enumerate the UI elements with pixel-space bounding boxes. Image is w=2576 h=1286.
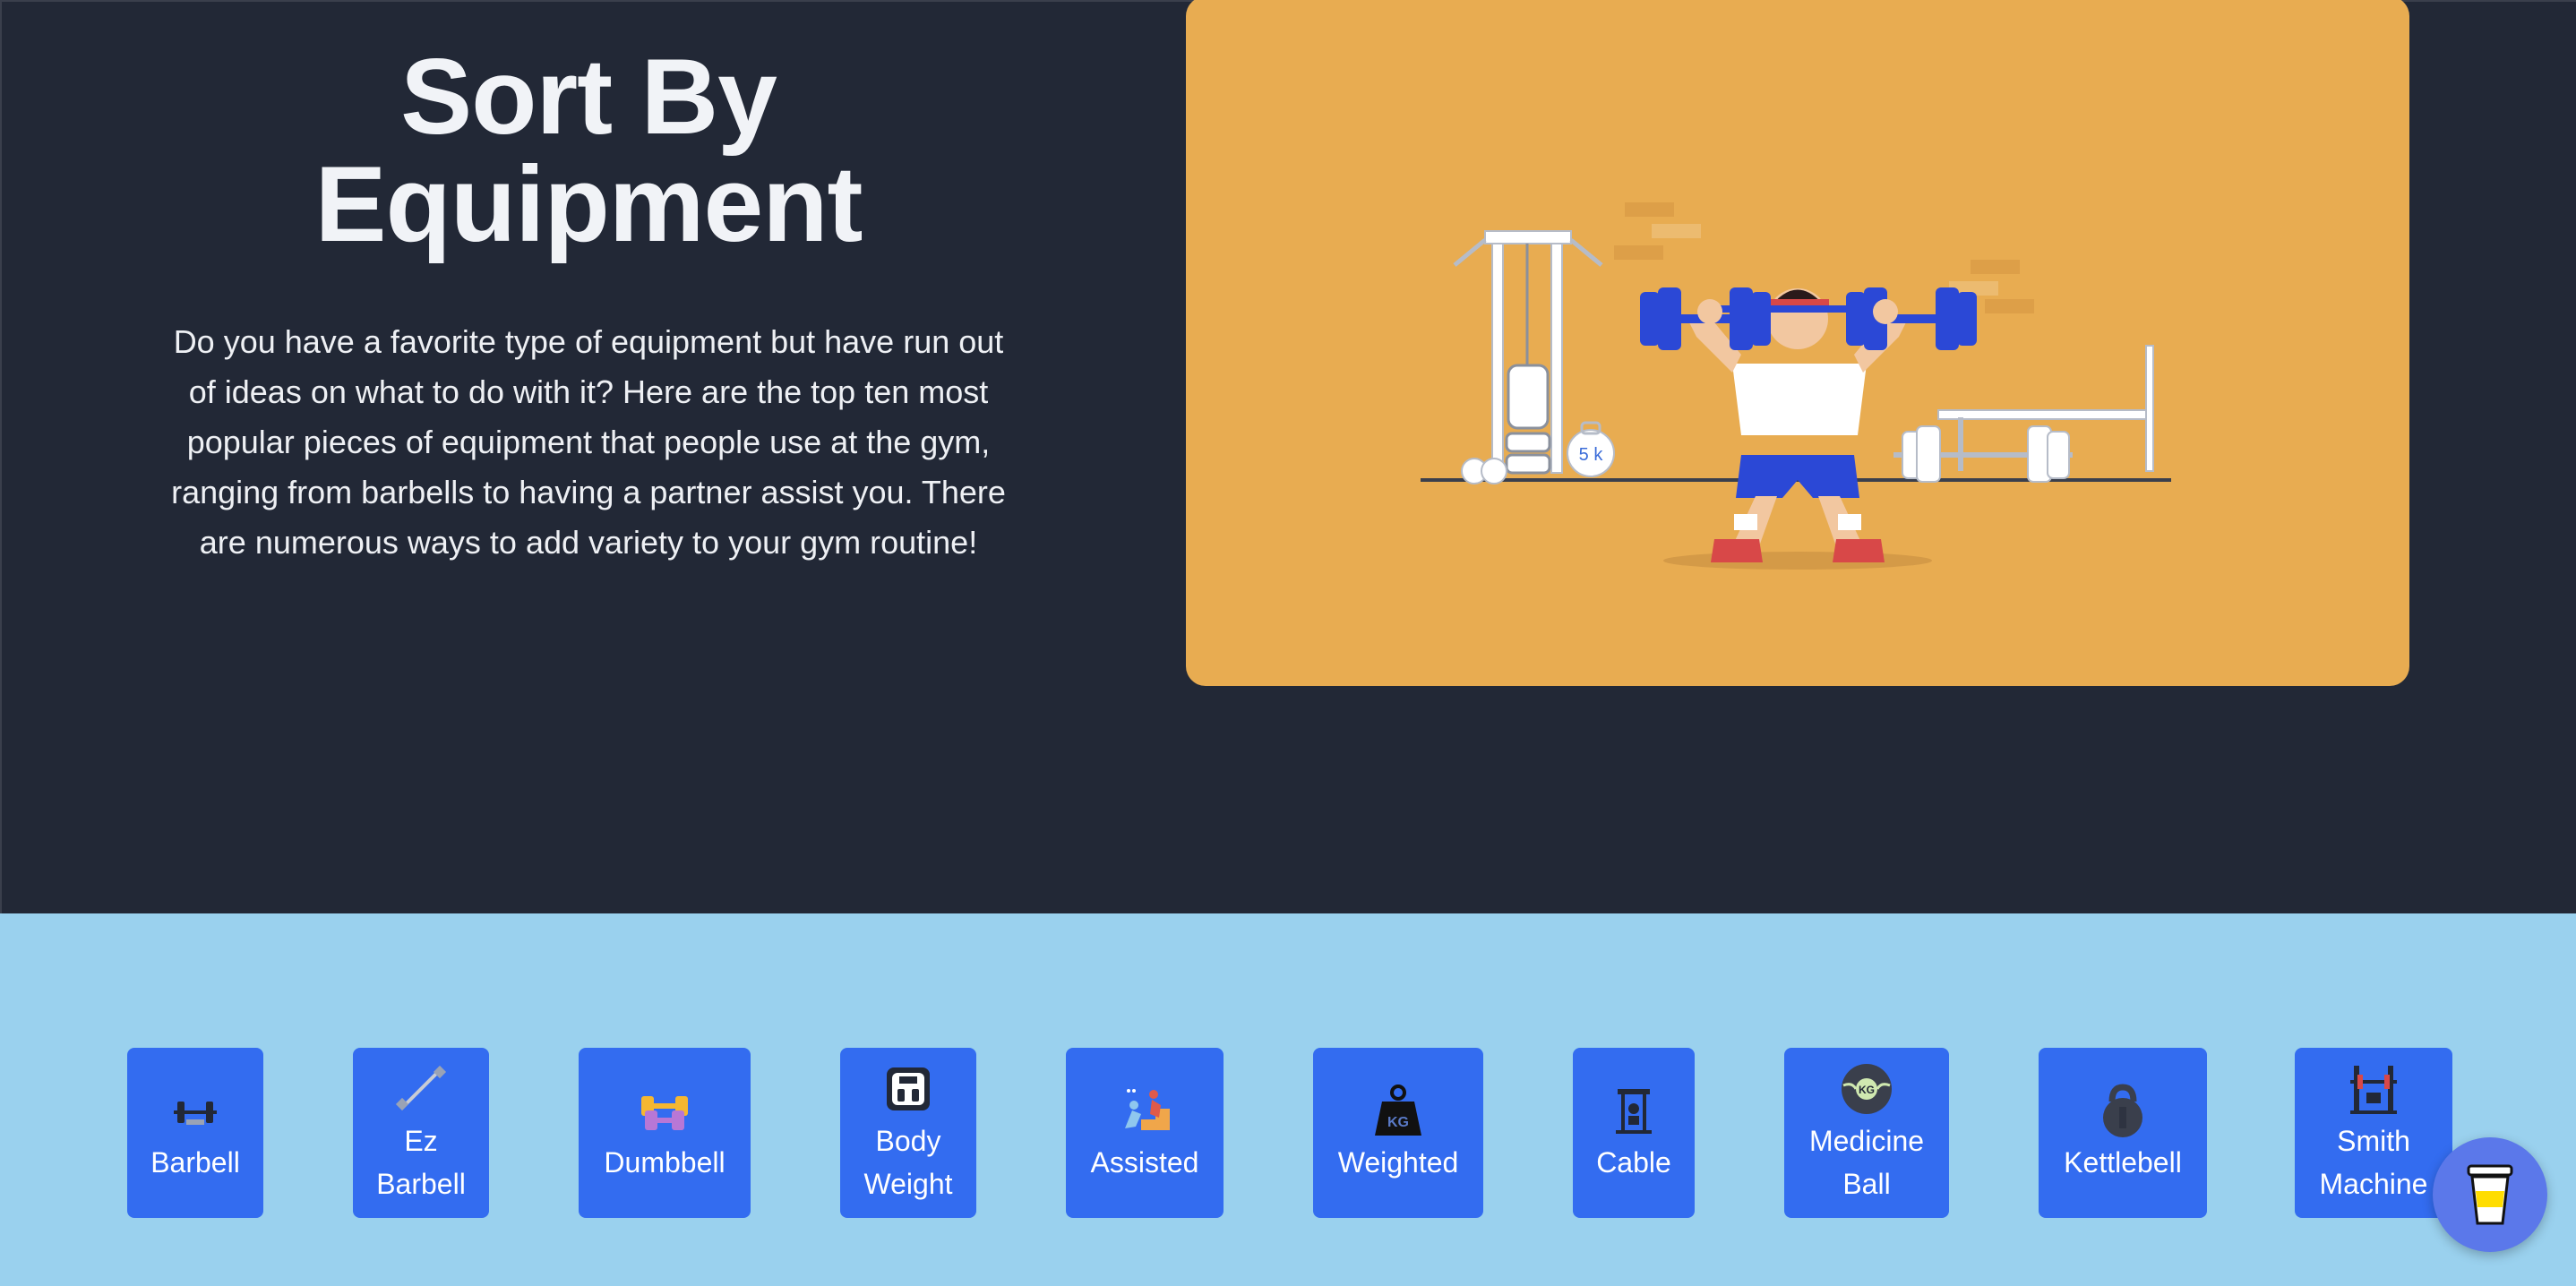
title-line-1: Sort By bbox=[400, 37, 777, 157]
hero-description: Do you have a favorite type of equipment… bbox=[171, 323, 1006, 561]
page-title: Sort By Equipment bbox=[163, 43, 1014, 258]
equipment-label-weighted: Weighted bbox=[1337, 1146, 1459, 1179]
equipment-label-smith-machine-2: Machine bbox=[2319, 1168, 2428, 1200]
weightlifter-illustration: 5 k bbox=[1186, 0, 2409, 686]
equipment-label-smith-machine-1: Smith bbox=[2337, 1125, 2410, 1157]
equipment-card-barbell[interactable]: Barbell bbox=[127, 1048, 263, 1218]
equipment-label-barbell: Barbell bbox=[150, 1146, 240, 1179]
medicine-ball-icon-label: KG bbox=[1859, 1084, 1875, 1096]
equipment-card-cable[interactable]: Cable bbox=[1573, 1048, 1695, 1218]
equipment-label-body-weight-2: Weight bbox=[863, 1168, 953, 1200]
equipment-label-medicine-ball-1: Medicine bbox=[1808, 1125, 1925, 1157]
equipment-label-cable: Cable bbox=[1596, 1146, 1671, 1179]
medicine-ball-icon: KG bbox=[1842, 1064, 1892, 1114]
weighted-icon-label: KG bbox=[1387, 1115, 1409, 1130]
kettlebell-icon bbox=[2103, 1084, 2142, 1137]
barbell-icon bbox=[174, 1102, 217, 1125]
ez-barbell-icon bbox=[395, 1065, 447, 1111]
title-line-2: Equipment bbox=[314, 144, 863, 264]
equipment-card-assisted[interactable]: Assisted bbox=[1066, 1048, 1224, 1218]
kettlebell-weight-label: 5 k bbox=[1579, 445, 1604, 465]
equipment-card-body-weight[interactable]: Body Weight bbox=[840, 1048, 976, 1218]
equipment-card-dumbbell[interactable]: Dumbbell bbox=[579, 1048, 751, 1218]
assisted-climb-icon bbox=[1125, 1089, 1170, 1130]
equipment-label-ez-barbell-2: Barbell bbox=[376, 1168, 466, 1200]
equipment-label-kettlebell: Kettlebell bbox=[2064, 1146, 2182, 1179]
equipment-card-medicine-ball[interactable]: KG Medicine Ball bbox=[1784, 1048, 1949, 1218]
equipment-label-dumbbell: Dumbbell bbox=[604, 1146, 726, 1179]
scale-icon bbox=[887, 1067, 930, 1110]
equipment-label-body-weight-1: Body bbox=[875, 1125, 941, 1157]
kg-weight-icon: KG bbox=[1375, 1085, 1421, 1136]
smith-machine-icon bbox=[2350, 1066, 2397, 1114]
coffee-cup-icon bbox=[2467, 1164, 2513, 1225]
hero-text: Sort By Equipment Do you have a favorite… bbox=[163, 43, 1014, 568]
equipment-label-assisted: Assisted bbox=[1090, 1146, 1199, 1179]
equipment-label-medicine-ball-2: Ball bbox=[1842, 1168, 1891, 1200]
hero-section: Sort By Equipment Do you have a favorite… bbox=[0, 0, 2576, 913]
equipment-label-ez-barbell-1: Ez bbox=[404, 1125, 438, 1157]
weightlifter-illustration-graphic: 5 k bbox=[1421, 202, 2171, 570]
equipment-card-ez-barbell[interactable]: Ez Barbell bbox=[353, 1048, 489, 1218]
cable-machine-icon bbox=[1616, 1089, 1652, 1134]
dumbbell-icon bbox=[641, 1096, 688, 1130]
equipment-card-smith-machine[interactable]: Smith Machine bbox=[2295, 1048, 2452, 1218]
equipment-card-weighted[interactable]: KG Weighted bbox=[1313, 1048, 1483, 1218]
equipment-card-kettlebell[interactable]: Kettlebell bbox=[2039, 1048, 2207, 1218]
buy-me-a-coffee-button[interactable] bbox=[2433, 1137, 2547, 1252]
